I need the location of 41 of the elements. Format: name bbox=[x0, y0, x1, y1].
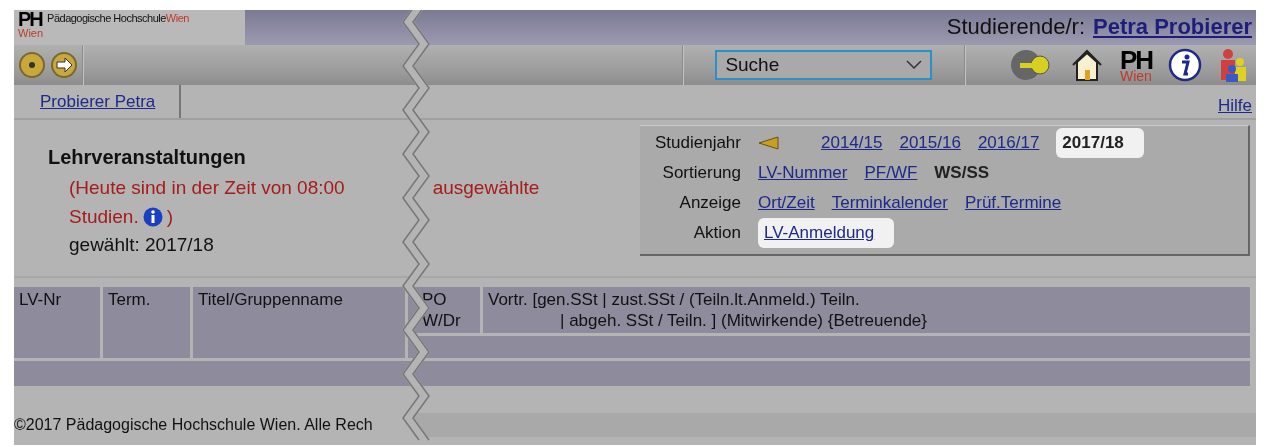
notice-text: (Heute sind in der Zeit von 08:00 bbox=[69, 176, 345, 200]
option-label: Aktion bbox=[692, 222, 742, 245]
option-label: Anzeige bbox=[678, 192, 742, 215]
notice-text: Studien. bbox=[69, 204, 139, 229]
chevron-down-icon bbox=[906, 60, 923, 70]
user-label: Studierende/r: bbox=[946, 13, 1086, 41]
option-link[interactable]: 2015/16 bbox=[899, 130, 961, 156]
logo-subtext: Wien bbox=[18, 28, 44, 38]
option-label: Studienjahr bbox=[654, 132, 742, 155]
column-header: LV-Nr bbox=[14, 287, 100, 358]
option-link[interactable]: 2016/17 bbox=[977, 130, 1040, 156]
user-name-link[interactable]: Petra Probierer bbox=[1093, 10, 1252, 43]
current-option: 2017/18 bbox=[1056, 128, 1144, 158]
logo-button[interactable]: PH Wien bbox=[1119, 49, 1152, 81]
notice-text: ausgewählte bbox=[432, 176, 540, 200]
back-arrow-icon[interactable] bbox=[758, 136, 780, 150]
target-icon[interactable] bbox=[18, 51, 46, 79]
people-icon[interactable] bbox=[1218, 48, 1248, 82]
option-link[interactable]: LV-Anmeldung bbox=[758, 218, 895, 248]
chosen-year: gewählt: 2017/18 bbox=[68, 233, 215, 257]
copyright-text: ©2017 Pädagogische Hochschule Wien. Alle Rech bbox=[14, 415, 373, 435]
option-link[interactable]: Terminkalender bbox=[831, 190, 948, 216]
logo-text: Pädagogische HochschuleWien bbox=[47, 11, 189, 26]
notice-text: ) bbox=[166, 204, 174, 229]
search-select[interactable]: Suche bbox=[715, 50, 933, 80]
option-link[interactable]: Ort/Zeit bbox=[758, 190, 815, 216]
current-option: WS/SS bbox=[934, 160, 990, 186]
column-header: Term. bbox=[103, 287, 190, 358]
option-link[interactable]: LV-Nummer bbox=[758, 160, 848, 186]
logo-mark: PH bbox=[18, 10, 44, 28]
option-link[interactable]: 2014/15 bbox=[821, 130, 883, 156]
info-icon[interactable] bbox=[142, 206, 163, 227]
column-header: Vortr. [gen.SSt | zust.SSt / (Teiln.lt.Anmeld.) Teiln. | abgeh. SSt / Teiln. ] (Mitwirkende) {Betreuende} bbox=[483, 287, 1250, 333]
option-link[interactable]: Prüf.Termine bbox=[964, 190, 1062, 216]
info-icon[interactable] bbox=[1168, 48, 1202, 82]
column-header: Titel/Gruppenname bbox=[193, 287, 405, 358]
option-label: Sortierung bbox=[661, 162, 742, 185]
page-title: Lehrveranstaltungen bbox=[48, 145, 247, 170]
tab[interactable]: Probierer Petra bbox=[16, 84, 182, 119]
help-link[interactable]: Hilfe bbox=[1218, 92, 1252, 118]
option-link[interactable]: PF/WF bbox=[864, 160, 918, 186]
